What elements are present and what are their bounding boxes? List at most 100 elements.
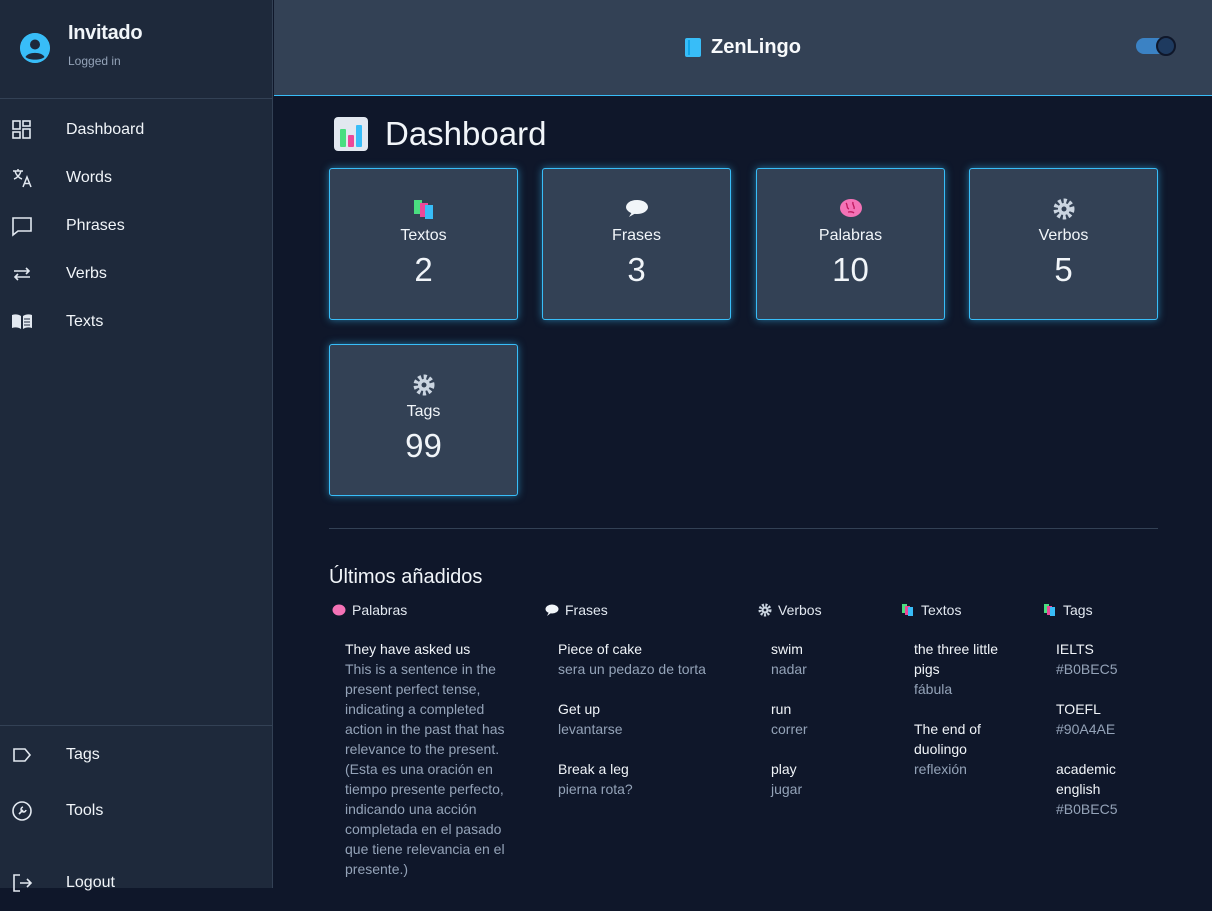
stat-card-verbos[interactable]: Verbos 5 — [969, 168, 1158, 320]
divider — [329, 528, 1158, 529]
sidebar-item-label: Phrases — [66, 217, 125, 234]
bar-chart-icon — [334, 117, 368, 151]
item-subtitle: #B0BEC5 — [1056, 801, 1118, 817]
column-heading-label: Palabras — [352, 602, 408, 618]
main-content: Dashboard Textos 2 Frases 3 Palabras 10 … — [274, 97, 1212, 888]
stat-label: Verbos — [1038, 227, 1089, 244]
sidebar-item-label: Verbs — [66, 265, 107, 282]
speech-bubble-icon — [543, 197, 730, 221]
sidebar-item-label: Tools — [66, 802, 104, 819]
item-title: Break a leg — [558, 761, 629, 777]
wrench-icon — [11, 800, 33, 822]
sidebar-item-dashboard[interactable]: Dashboard — [0, 106, 272, 154]
stat-value: 99 — [405, 427, 442, 464]
item-subtitle: sera un pedazo de torta — [558, 661, 706, 677]
list-item[interactable]: run correr — [771, 699, 888, 739]
recent-column-frases: Frases Piece of cake sera un pedazo de t… — [545, 601, 725, 819]
column-heading: Verbos — [758, 601, 888, 619]
sidebar-item-label: Tags — [66, 746, 100, 763]
sidebar-item-verbs[interactable]: Verbs — [0, 250, 272, 298]
item-title: swim — [771, 641, 803, 657]
brain-icon — [332, 603, 346, 617]
list-item[interactable]: IELTS #B0BEC5 — [1056, 639, 1153, 679]
stat-card-tags[interactable]: Tags 99 — [329, 344, 518, 496]
tag-icon — [11, 744, 33, 766]
sidebar-bottom-nav: Tags Tools Logout — [0, 725, 272, 911]
item-subtitle: correr — [771, 721, 808, 737]
list-item[interactable]: Get up levantarse — [558, 699, 725, 739]
item-subtitle: nadar — [771, 661, 807, 677]
gear-icon — [970, 197, 1157, 221]
list-item[interactable]: academic english #B0BEC5 — [1056, 759, 1153, 819]
brand-name: ZenLingo — [711, 36, 801, 58]
stat-card-frases[interactable]: Frases 3 — [542, 168, 731, 320]
item-title: play — [771, 761, 797, 777]
list-item[interactable]: Break a leg pierna rota? — [558, 759, 725, 799]
item-title: academic english — [1056, 761, 1116, 797]
sidebar-item-tags[interactable]: Tags — [0, 727, 272, 783]
sidebar-nav: Dashboard Words Phrases Verbs Texts — [0, 99, 272, 346]
page-title-text: Dashboard — [385, 115, 547, 152]
recent-list: swim nadar run correr play jugar — [758, 639, 888, 799]
column-heading-label: Frases — [565, 602, 608, 618]
list-item[interactable]: The end of duolingo reflexión — [914, 719, 1019, 779]
recent-column-tags: Tags IELTS #B0BEC5 TOEFL #90A4AE academi… — [1043, 601, 1153, 839]
stat-label: Tags — [406, 403, 441, 420]
item-title: Piece of cake — [558, 641, 643, 657]
sidebar-item-label: Words — [66, 169, 112, 186]
recent-list: They have asked us This is a sentence in… — [332, 639, 508, 879]
theme-toggle[interactable] — [1136, 36, 1176, 56]
list-item[interactable]: swim nadar — [771, 639, 888, 679]
sidebar-item-label: Logout — [66, 874, 115, 891]
column-heading-label: Textos — [921, 602, 962, 618]
books-icon — [1043, 603, 1057, 617]
page-title: Dashboard — [334, 115, 546, 153]
list-item[interactable]: the three little pigs fábula — [914, 639, 1019, 699]
recent-title: Últimos añadidos — [329, 566, 483, 588]
item-subtitle: pierna rota? — [558, 781, 633, 797]
item-title: IELTS — [1056, 641, 1094, 657]
recent-list: Piece of cake sera un pedazo de torta Ge… — [545, 639, 725, 799]
brand[interactable]: ZenLingo — [685, 36, 801, 59]
user-name: Invitado — [68, 22, 143, 44]
stat-label: Frases — [612, 227, 661, 244]
item-subtitle: fábula — [914, 681, 953, 697]
sidebar-item-label: Dashboard — [66, 121, 145, 138]
stat-value: 2 — [414, 251, 433, 288]
stat-label: Palabras — [818, 227, 883, 244]
item-title: They have asked us — [345, 641, 471, 657]
list-item[interactable]: They have asked us This is a sentence in… — [345, 639, 508, 879]
sidebar-item-tools[interactable]: Tools — [0, 783, 272, 839]
item-subtitle: #90A4AE — [1056, 721, 1116, 737]
moon-icon — [1156, 36, 1176, 56]
column-heading: Tags — [1043, 601, 1153, 619]
recent-list: the three little pigs fábula The end of … — [901, 639, 1019, 779]
gear-icon — [330, 373, 517, 397]
recent-column-palabras: Palabras They have asked us This is a se… — [332, 601, 508, 899]
item-subtitle: #B0BEC5 — [1056, 661, 1118, 677]
list-item[interactable]: play jugar — [771, 759, 888, 799]
book-icon — [11, 311, 33, 333]
stat-card-textos[interactable]: Textos 2 — [329, 168, 518, 320]
top-bar: ZenLingo — [274, 0, 1212, 96]
user-avatar-icon — [20, 33, 50, 63]
chat-icon — [11, 215, 33, 237]
repeat-icon — [11, 263, 33, 285]
sidebar-item-phrases[interactable]: Phrases — [0, 202, 272, 250]
sidebar-item-words[interactable]: Words — [0, 154, 272, 202]
sidebar-item-logout[interactable]: Logout — [0, 839, 272, 911]
item-subtitle: jugar — [771, 781, 803, 797]
sidebar-item-texts[interactable]: Texts — [0, 298, 272, 346]
dashboard-icon — [11, 119, 33, 141]
stat-value: 10 — [832, 251, 869, 288]
stat-card-palabras[interactable]: Palabras 10 — [756, 168, 945, 320]
column-heading-label: Verbos — [778, 602, 822, 618]
sidebar: Invitado Logged in Dashboard Words Phras… — [0, 0, 273, 892]
column-heading-label: Tags — [1063, 602, 1093, 618]
list-item[interactable]: Piece of cake sera un pedazo de torta — [558, 639, 725, 679]
brain-icon — [757, 197, 944, 221]
item-title: TOEFL — [1056, 701, 1101, 717]
list-item[interactable]: TOEFL #90A4AE — [1056, 699, 1153, 739]
item-title: the three little pigs — [914, 641, 999, 677]
user-panel: Invitado Logged in — [0, 0, 272, 99]
